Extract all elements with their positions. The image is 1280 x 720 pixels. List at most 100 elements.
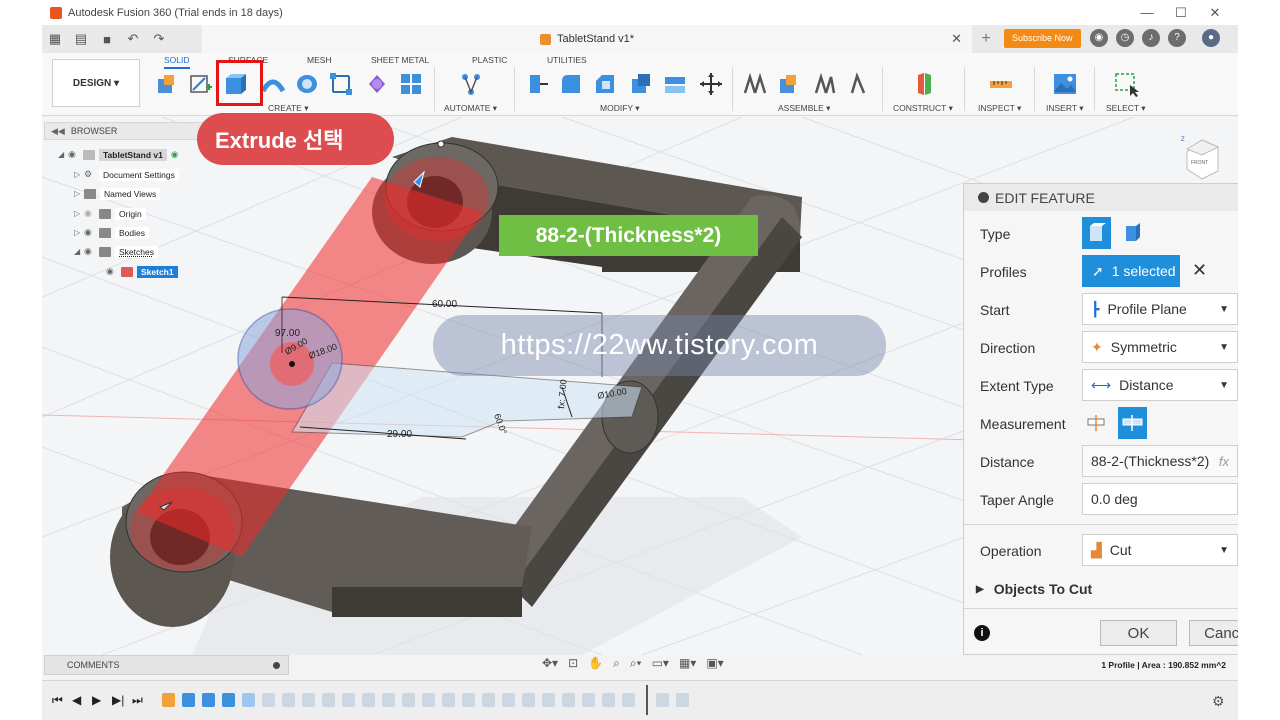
new-component-icon[interactable] bbox=[154, 71, 180, 97]
modify-group-label[interactable]: MODIFY ▾ bbox=[600, 103, 640, 114]
timeline-feature[interactable] bbox=[522, 693, 535, 707]
inspect-group-label[interactable]: INSPECT ▾ bbox=[978, 103, 1021, 114]
timeline-feature[interactable] bbox=[656, 693, 669, 707]
shell-icon[interactable] bbox=[628, 71, 654, 97]
timeline-feature[interactable] bbox=[202, 693, 215, 707]
zoom-icon[interactable]: ⌕ bbox=[613, 656, 620, 671]
pan-icon[interactable]: ✋ bbox=[588, 656, 603, 671]
expand-icon[interactable]: ▷ bbox=[74, 189, 84, 198]
maximize-button[interactable]: ☐ bbox=[1164, 5, 1198, 21]
timeline-feature[interactable] bbox=[322, 693, 335, 707]
chamfer-icon[interactable] bbox=[592, 71, 618, 97]
timeline-feature[interactable] bbox=[562, 693, 575, 707]
file-menu-icon[interactable]: ▤ bbox=[68, 31, 94, 47]
timeline-feature[interactable] bbox=[302, 693, 315, 707]
direction-select[interactable]: ✦ Symmetric ▼ bbox=[1082, 331, 1238, 363]
expand-icon[interactable]: ▷ bbox=[74, 170, 84, 179]
timeline-feature[interactable] bbox=[422, 693, 435, 707]
browser-item-sketches[interactable]: ◢ ◉ Sketches bbox=[74, 244, 158, 259]
new-tab-button[interactable]: + bbox=[977, 30, 995, 48]
orbit-icon[interactable]: ✥▾ bbox=[542, 656, 558, 671]
collapse-icon[interactable]: ◢ bbox=[74, 247, 84, 256]
comments-bar[interactable]: COMMENTS bbox=[44, 655, 289, 675]
extent-type-select[interactable]: ⟷ Distance ▼ bbox=[1082, 369, 1238, 401]
fx-icon[interactable]: fx bbox=[1219, 454, 1229, 469]
browser-item-document-settings[interactable]: ▷ ⚙ Document Settings bbox=[74, 167, 179, 182]
as-built-joint-icon[interactable] bbox=[812, 71, 838, 97]
expand-icon[interactable]: ▷ bbox=[74, 209, 84, 218]
extensions-icon[interactable]: ◉ bbox=[1090, 29, 1108, 47]
browser-item-root[interactable]: ◢ ◉ TabletStand v1 ◉ bbox=[58, 147, 178, 162]
close-window-button[interactable]: ✕ bbox=[1198, 5, 1232, 21]
document-tab[interactable]: TabletStand v1* ✕ bbox=[202, 25, 972, 53]
job-status-icon[interactable]: ◷ bbox=[1116, 29, 1134, 47]
automate-group-label[interactable]: AUTOMATE ▾ bbox=[444, 103, 497, 114]
automate-icon[interactable] bbox=[458, 71, 484, 97]
timeline-feature[interactable] bbox=[402, 693, 415, 707]
browser-item-named-views[interactable]: ▷ Named Views bbox=[74, 186, 161, 201]
timeline-feature[interactable] bbox=[222, 693, 235, 707]
tab-plastic[interactable]: PLASTIC bbox=[472, 55, 507, 65]
assemble-group-label[interactable]: ASSEMBLE ▾ bbox=[778, 103, 830, 114]
ok-button[interactable]: OK bbox=[1100, 620, 1177, 646]
start-select[interactable]: ┣ Profile Plane ▼ bbox=[1082, 293, 1238, 325]
visibility-eye-icon[interactable]: ◉ bbox=[84, 227, 95, 238]
timeline-feature-active[interactable] bbox=[162, 693, 175, 707]
timeline-marker[interactable] bbox=[646, 685, 648, 715]
form-icon[interactable] bbox=[364, 71, 390, 97]
notifications-icon[interactable]: ♪ bbox=[1142, 29, 1160, 47]
taper-angle-input[interactable]: 0.0 deg bbox=[1082, 483, 1238, 515]
construct-plane-icon[interactable] bbox=[912, 71, 938, 97]
tab-utilities[interactable]: UTILITIES bbox=[547, 55, 587, 65]
visibility-eye-icon[interactable]: ◉ bbox=[106, 266, 117, 277]
expand-icon[interactable]: ◢ bbox=[58, 150, 68, 159]
fillet-icon[interactable] bbox=[558, 71, 584, 97]
browser-item-origin[interactable]: ▷ ◉ Origin bbox=[74, 206, 146, 221]
timeline-feature[interactable] bbox=[542, 693, 555, 707]
look-at-icon[interactable]: ⊡ bbox=[568, 656, 578, 671]
timeline-feature[interactable] bbox=[442, 693, 455, 707]
timeline-play-icon[interactable]: ▶ bbox=[92, 693, 101, 707]
operation-select[interactable]: ▟ Cut ▼ bbox=[1082, 534, 1238, 566]
timeline-feature[interactable] bbox=[262, 693, 275, 707]
timeline-feature[interactable] bbox=[182, 693, 195, 707]
timeline-feature[interactable] bbox=[482, 693, 495, 707]
timeline-settings-gear-icon[interactable]: ⚙ bbox=[1212, 693, 1225, 710]
timeline-end-icon[interactable]: ⏭ bbox=[132, 693, 143, 708]
joint-icon[interactable] bbox=[742, 71, 768, 97]
press-pull-icon[interactable] bbox=[524, 71, 550, 97]
profiles-select-button[interactable]: ➚ 1 selected bbox=[1082, 255, 1180, 287]
pattern-icon[interactable] bbox=[398, 71, 424, 97]
timeline-feature[interactable] bbox=[242, 693, 255, 707]
timeline-feature[interactable] bbox=[502, 693, 515, 707]
browser-item-bodies[interactable]: ▷ ◉ Bodies bbox=[74, 225, 149, 240]
timeline-feature[interactable] bbox=[602, 693, 615, 707]
browser-item-sketch1[interactable]: ◉ Sketch1 bbox=[106, 264, 178, 279]
minus-circle-icon[interactable] bbox=[978, 192, 989, 203]
timeline-feature[interactable] bbox=[382, 693, 395, 707]
view-cube[interactable]: FRONT Z bbox=[1181, 137, 1220, 180]
hidden-eye-icon[interactable]: ◉ bbox=[84, 208, 95, 219]
visibility-eye-icon[interactable]: ◉ bbox=[84, 246, 95, 257]
cancel-button[interactable]: Cancel bbox=[1189, 620, 1238, 646]
expand-icon[interactable]: ▷ bbox=[74, 228, 84, 237]
avatar[interactable]: ● bbox=[1202, 29, 1220, 47]
workspace-switcher[interactable]: DESIGN ▾ bbox=[52, 59, 140, 107]
subscribe-button[interactable]: Subscribe Now bbox=[1004, 29, 1081, 48]
construct-group-label[interactable]: CONSTRUCT ▾ bbox=[893, 103, 953, 114]
save-icon[interactable]: ■ bbox=[94, 32, 120, 47]
timeline-feature[interactable] bbox=[622, 693, 635, 707]
objects-to-cut-toggle[interactable]: ▶ Objects To Cut bbox=[976, 581, 1092, 597]
timeline-feature[interactable] bbox=[582, 693, 595, 707]
minimize-button[interactable]: — bbox=[1130, 5, 1164, 20]
clear-selection-icon[interactable]: ✕ bbox=[1192, 260, 1207, 281]
timeline-start-icon[interactable]: ⏮ bbox=[52, 693, 63, 708]
comments-add-icon[interactable] bbox=[273, 661, 280, 669]
sweep-icon[interactable] bbox=[294, 71, 320, 97]
help-icon[interactable]: ? bbox=[1168, 29, 1186, 47]
insert-group-label[interactable]: INSERT ▾ bbox=[1046, 103, 1084, 114]
select-icon[interactable] bbox=[1114, 71, 1140, 97]
grip-point[interactable] bbox=[437, 140, 445, 148]
timeline-next-icon[interactable]: ▶| bbox=[112, 693, 124, 707]
measure-icon[interactable] bbox=[988, 71, 1014, 97]
